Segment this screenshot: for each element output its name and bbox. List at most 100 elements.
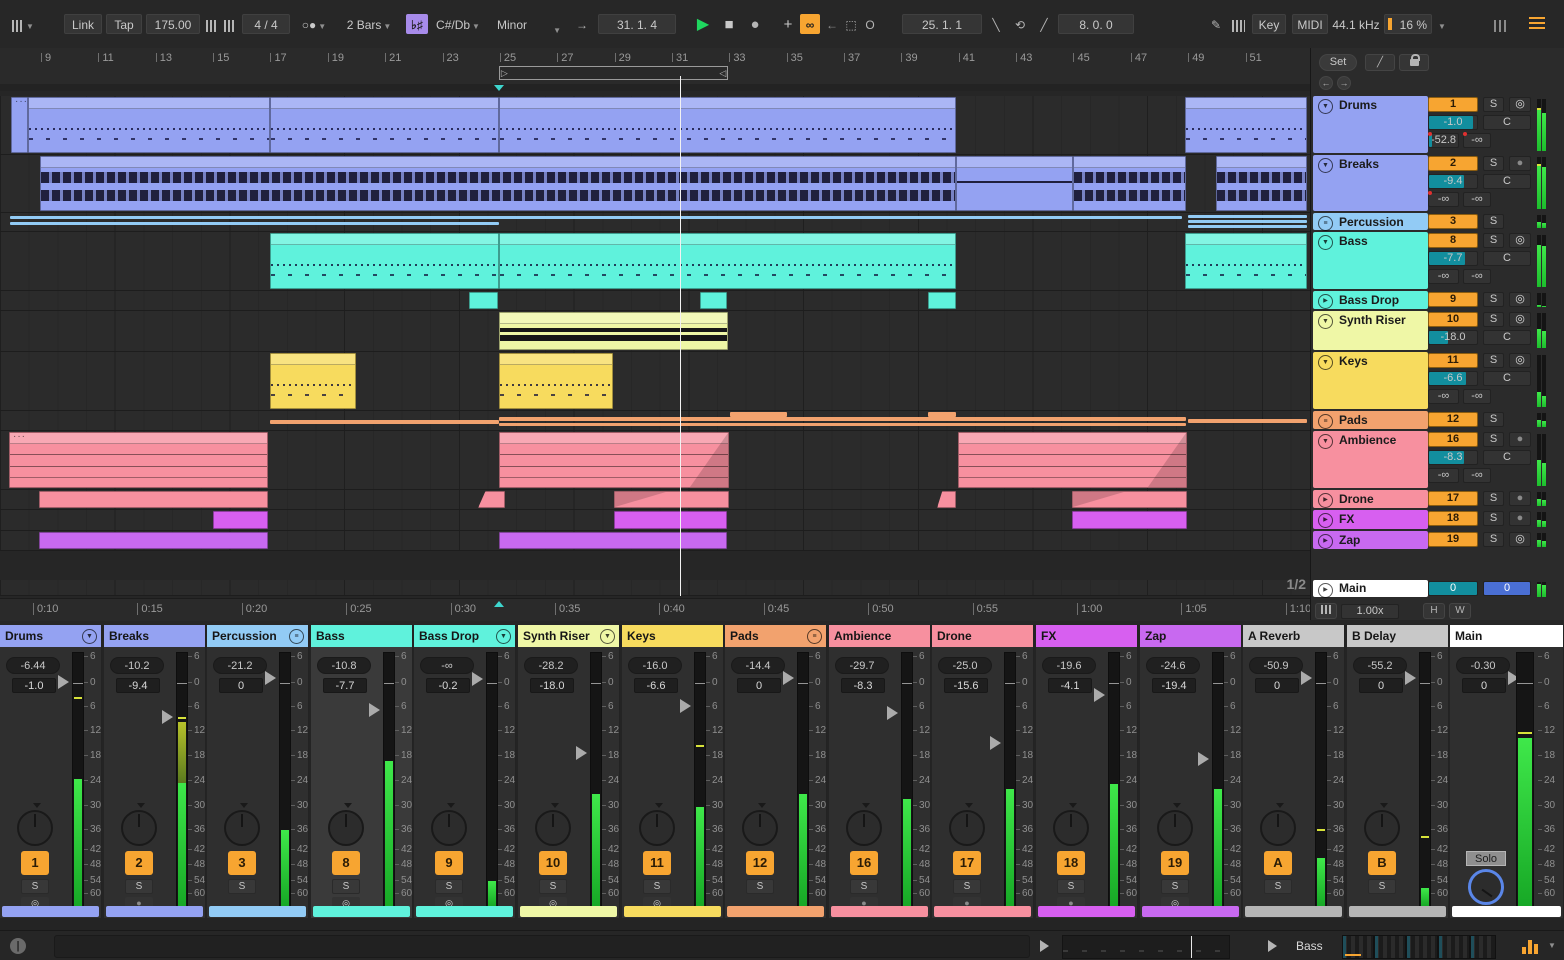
main-pan-field[interactable]: 0 — [1483, 581, 1531, 596]
track-header-drone[interactable]: ▶ Drone — [1313, 490, 1428, 508]
cpu-meter[interactable]: 16 % — [1384, 14, 1432, 34]
clip-bass-drop[interactable] — [700, 292, 727, 309]
pan-knob[interactable] — [639, 803, 675, 846]
slope-tool-icon[interactable]: ╱ — [1365, 54, 1395, 71]
volume-field[interactable]: -15.6 — [944, 678, 988, 693]
nudge-up-icon[interactable] — [222, 14, 238, 34]
solo-button[interactable]: S — [1161, 879, 1189, 894]
crossfader-knob[interactable] — [1468, 869, 1504, 905]
track-header-percussion[interactable]: ≡ Percussion — [1313, 213, 1428, 231]
pan-field[interactable]: C — [1483, 115, 1531, 130]
clip-drone[interactable] — [937, 491, 956, 508]
monitor-icon[interactable]: ◎ — [1509, 292, 1531, 307]
pan-field[interactable]: C — [1483, 371, 1531, 386]
clip-drone[interactable] — [39, 491, 268, 508]
arm-icon[interactable]: ● — [1509, 156, 1531, 171]
clip-bar-percussion[interactable] — [10, 216, 1182, 219]
peak-level-field[interactable]: -0.30 — [1456, 657, 1510, 674]
pan-field[interactable]: C — [1483, 330, 1531, 345]
fold-icon[interactable]: ▼ — [1318, 99, 1333, 114]
volume-field[interactable]: 0 — [1255, 678, 1299, 693]
peak-level-field[interactable]: -24.6 — [1146, 657, 1200, 674]
peak-level-field[interactable]: -21.2 — [213, 657, 267, 674]
automation-field[interactable]: -∞ — [1463, 468, 1491, 483]
clip-drums[interactable] — [499, 97, 956, 153]
punch-in-icon[interactable]: ╲ — [986, 14, 1006, 34]
quantize-menu[interactable]: 2 Bars ▼ — [338, 14, 400, 34]
status-field[interactable] — [54, 935, 1030, 958]
fold-width-button[interactable]: W — [1449, 603, 1471, 619]
mixer-track-title[interactable]: Bass Drop ▼ — [414, 625, 515, 647]
device-thumbnail[interactable] — [1374, 935, 1406, 959]
follow-icon[interactable]: → — [570, 14, 594, 34]
track-number-badge[interactable]: 12 — [746, 851, 774, 875]
arm-icon[interactable]: ● — [1509, 432, 1531, 447]
stop-button[interactable]: ■ — [718, 14, 740, 34]
track-number-badge[interactable]: A — [1264, 851, 1292, 875]
clip-bar-pads[interactable] — [730, 412, 787, 417]
clip-ambience[interactable] — [499, 432, 729, 488]
draw-mode-icon[interactable]: ✎ — [1206, 14, 1226, 34]
meter-menu-caret[interactable]: ▼ — [1548, 941, 1556, 950]
volume-field[interactable]: -4.1 — [1048, 678, 1092, 693]
automation-field[interactable]: -∞ — [1463, 269, 1491, 284]
fader-handle[interactable] — [990, 736, 1001, 750]
clip-zap[interactable] — [39, 532, 268, 549]
pan-field[interactable]: C — [1483, 450, 1531, 465]
track-number-badge[interactable]: 18 — [1057, 851, 1085, 875]
clip-keys[interactable] — [499, 353, 613, 409]
solo-badge[interactable]: Solo — [1466, 851, 1506, 866]
fold-height-button[interactable]: H — [1423, 603, 1445, 619]
monitor-icon[interactable]: ◎ — [1509, 532, 1531, 547]
clip-breaks[interactable] — [956, 156, 1073, 211]
fold-icon[interactable]: ▼ — [1318, 355, 1333, 370]
loop-length-field[interactable]: 8. 0. 0 — [1058, 14, 1134, 34]
track-number-badge[interactable]: 2 — [125, 851, 153, 875]
track-number-badge[interactable]: 8 — [332, 851, 360, 875]
fader-handle[interactable] — [576, 746, 587, 760]
track-number-badge[interactable]: 17 — [1428, 491, 1478, 506]
automation-field[interactable]: -∞ — [1428, 468, 1459, 483]
solo-button[interactable]: S — [746, 879, 774, 894]
clip-synth-riser[interactable] — [499, 312, 728, 350]
track-number-badge[interactable]: 16 — [1428, 432, 1478, 447]
loop-icon[interactable]: ⟲ — [1008, 14, 1032, 34]
track-number-badge[interactable]: 16 — [850, 851, 878, 875]
preview-play-icon[interactable] — [1040, 940, 1049, 952]
arrangement-position-field[interactable]: 31. 1. 4 — [598, 14, 676, 34]
fader-handle[interactable] — [1301, 671, 1312, 685]
clip-mini-preview[interactable] — [1062, 935, 1230, 959]
peak-level-field[interactable]: -19.6 — [1042, 657, 1096, 674]
peak-level-field[interactable]: -6.44 — [6, 657, 60, 674]
key-map-button[interactable]: Key — [1252, 14, 1286, 34]
key-scale-menu[interactable]: Minor ▼ — [490, 14, 562, 35]
mixer-track-title[interactable]: Ambience — [829, 625, 930, 647]
solo-button[interactable]: S — [1057, 879, 1085, 894]
pan-knob[interactable] — [846, 803, 882, 846]
fold-icon[interactable]: ▶ — [1318, 534, 1333, 549]
fold-icon[interactable]: ▼ — [1318, 158, 1333, 173]
clip-bass-drop[interactable] — [469, 292, 498, 309]
fader-handle[interactable] — [1094, 688, 1105, 702]
peak-level-field[interactable]: -∞ — [420, 657, 474, 674]
pan-knob[interactable] — [431, 803, 467, 846]
device-thumbnail[interactable] — [1406, 935, 1438, 959]
automation-field[interactable]: -∞ — [1463, 389, 1491, 404]
volume-field[interactable]: 0 — [219, 678, 263, 693]
automation-field[interactable]: -∞ — [1463, 192, 1491, 207]
mixer-track-title[interactable]: Drone — [932, 625, 1033, 647]
track-number-badge[interactable]: 11 — [1428, 353, 1478, 368]
arrangement-track-row-drums[interactable]: ··· — [0, 96, 1310, 155]
pan-knob[interactable] — [17, 803, 53, 846]
track-number-badge[interactable]: 19 — [1428, 532, 1478, 547]
audition-speaker-icon[interactable] — [1315, 603, 1337, 619]
clip-bar-pads[interactable] — [928, 412, 956, 417]
automation-field[interactable]: -∞ — [1428, 269, 1459, 284]
pan-knob[interactable] — [121, 803, 157, 846]
solo-button[interactable]: S — [1483, 233, 1504, 248]
clip-fx[interactable] — [614, 511, 727, 529]
monitor-icon[interactable]: ◎ — [1509, 97, 1531, 112]
midi-map-button[interactable]: MIDI — [1292, 14, 1328, 34]
track-number-badge[interactable]: B — [1368, 851, 1396, 875]
back-to-arrangement-icon[interactable]: ← — [824, 14, 840, 34]
